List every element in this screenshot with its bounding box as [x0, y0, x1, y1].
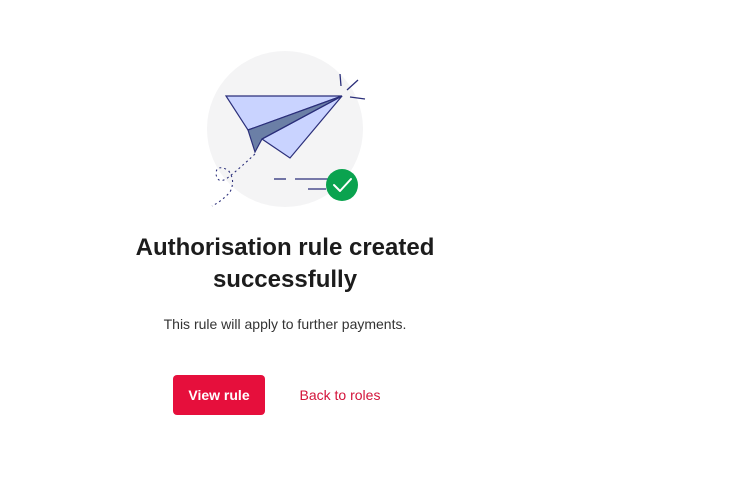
- success-illustration: [200, 46, 375, 216]
- page-title: Authorisation rule created successfully: [130, 232, 440, 296]
- title-line-2: successfully: [212, 266, 358, 293]
- paper-plane-icon: [207, 51, 366, 207]
- view-rule-button[interactable]: View rule: [173, 375, 265, 415]
- page-subtitle: This rule will apply to further payments…: [163, 316, 407, 332]
- title-line-1: Authorisation rule created: [135, 234, 435, 261]
- check-circle-icon: [326, 169, 358, 201]
- back-to-roles-link[interactable]: Back to roles: [289, 375, 391, 415]
- success-page: Authorisation rule created successfully …: [0, 0, 739, 479]
